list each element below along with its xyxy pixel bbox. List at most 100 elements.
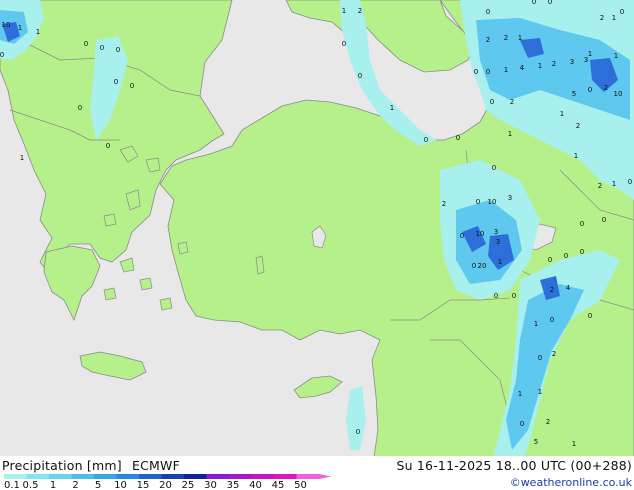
precip-value-label: 4: [566, 284, 571, 292]
precip-value-label: 1: [572, 440, 576, 448]
legend-label: 45: [272, 480, 285, 490]
precip-value-label: 2: [550, 286, 554, 294]
valid-time: Su 16-11-2025 18..00 UTC (00+288): [396, 458, 632, 473]
precip-value-label: 0: [78, 104, 82, 112]
precip-value-label: 2: [546, 418, 550, 426]
legend-label: 50: [294, 480, 307, 490]
product-name: Precipitation [mm]: [2, 458, 122, 473]
legend-swatch: [296, 474, 319, 479]
precip-value-label: 0: [548, 0, 552, 6]
precip-value-label: 1: [18, 24, 22, 32]
precip-value-label: 2: [598, 182, 602, 190]
precip-value-label: 0: [588, 312, 592, 320]
legend-label: 30: [204, 480, 217, 490]
precip-value-label: 0: [460, 232, 464, 240]
precip-value-label: 1: [504, 66, 508, 74]
legend-swatch: [161, 474, 184, 479]
precip-value-label: 20: [478, 262, 487, 270]
footer-bar: Precipitation [mm] ECMWF Su 16-11-2025 1…: [0, 456, 634, 490]
precip-value-label: 0: [588, 86, 592, 94]
precip-value-label: 0: [602, 216, 606, 224]
precip-value-label: 1: [614, 52, 618, 60]
precip-value-label: 0: [550, 316, 554, 324]
precip-value-label: 1: [612, 14, 616, 22]
precip-value-label: 3: [508, 194, 512, 202]
precip-value-label: 0: [538, 354, 542, 362]
precip-value-label: 0: [628, 178, 632, 186]
legend-label: 20: [159, 480, 172, 490]
precip-value-label: 0: [486, 8, 490, 16]
precip-value-label: 1: [508, 130, 512, 138]
legend-label: 0.5: [23, 480, 39, 490]
precip-value-label: 1: [518, 34, 522, 42]
precip-value-label: 0: [106, 142, 110, 150]
color-legend: 0.1 0.5 1 2 5 10 15 20 25 30 35 40 45 50: [4, 474, 331, 490]
precip-value-label: 3: [570, 58, 574, 66]
precip-value-label: 1: [534, 320, 538, 328]
legend-label: 25: [182, 480, 195, 490]
precip-value-label: 0: [100, 44, 104, 52]
precip-value-label: 5: [572, 90, 576, 98]
precip-value-label: 0: [456, 134, 460, 142]
legend-label: 0.1: [4, 480, 20, 490]
precip-value-label: 2: [510, 98, 514, 106]
legend-swatch: [251, 474, 274, 479]
precip-value-label: 10: [614, 90, 623, 98]
legend-swatch: [94, 474, 117, 479]
legend-label: 35: [227, 480, 240, 490]
precip-value-label: 0: [548, 256, 552, 264]
precip-value-label: 0: [580, 220, 584, 228]
precip-value-label: 1: [574, 152, 578, 160]
precip-value-label: 2: [604, 84, 608, 92]
precip-value-label: 3: [496, 238, 500, 246]
legend-swatch: [49, 474, 72, 479]
precip-value-label: 1: [390, 104, 394, 112]
legend-swatch: [229, 474, 252, 479]
precip-value-label: 2: [600, 14, 604, 22]
chart-title: Precipitation [mm] ECMWF: [2, 458, 180, 473]
precip-value-label: 4: [520, 64, 525, 72]
precip-value-label: 0: [512, 292, 516, 300]
precip-value-label: 0: [114, 78, 118, 86]
precip-value-label: 2: [576, 122, 580, 130]
legend-label: 1: [50, 480, 56, 490]
legend-swatch: [139, 474, 162, 479]
precip-value-label: 10: [488, 198, 497, 206]
legend-label: 2: [72, 480, 78, 490]
precip-value-label: 0: [492, 164, 496, 172]
precip-value-label: 1: [342, 7, 346, 15]
legend-swatch: [26, 474, 49, 479]
precip-value-label: 1: [20, 154, 24, 162]
precipitation-map: 10 1 101 200 0 00 0001010 000 02 102 2 110 0 1 4 1 2 3 3 10…: [0, 0, 634, 470]
precip-value-label: 0: [472, 262, 476, 270]
precip-value-label: 0: [490, 98, 494, 106]
precip-value-label: 3: [494, 228, 498, 236]
precip-value-label: 5: [534, 438, 538, 446]
precip-value-label: 2: [504, 34, 508, 42]
precip-value-label: 0: [474, 68, 478, 76]
precip-value-label: 2: [358, 7, 362, 15]
precip-value-label: 0: [116, 46, 120, 54]
precip-value-label: 0: [356, 428, 360, 436]
legend-label: 10: [114, 480, 127, 490]
precip-value-label: 1: [612, 180, 616, 188]
precip-value-label: 10: [2, 21, 11, 29]
precip-value-label: 1: [36, 28, 40, 36]
precip-value-label: 0: [564, 252, 568, 260]
legend-label: 5: [95, 480, 101, 490]
precip-value-label: 2: [442, 200, 446, 208]
precip-value-label: 0: [424, 136, 428, 144]
legend-swatch: [206, 474, 229, 479]
precip-value-label: 1: [518, 390, 522, 398]
legend-label: 15: [137, 480, 150, 490]
precip-value-label: 2: [486, 36, 490, 44]
precip-value-label: 1: [538, 388, 542, 396]
precip-value-label: 0: [620, 8, 624, 16]
legend-swatch: [184, 474, 207, 479]
precip-value-label: 0: [84, 40, 88, 48]
precip-value-label: 0: [476, 198, 480, 206]
legend-swatch: [71, 474, 94, 479]
credit-link[interactable]: ©weatheronline.co.uk: [510, 476, 632, 489]
model-name: ECMWF: [132, 458, 180, 473]
legend-swatch: [4, 474, 27, 479]
